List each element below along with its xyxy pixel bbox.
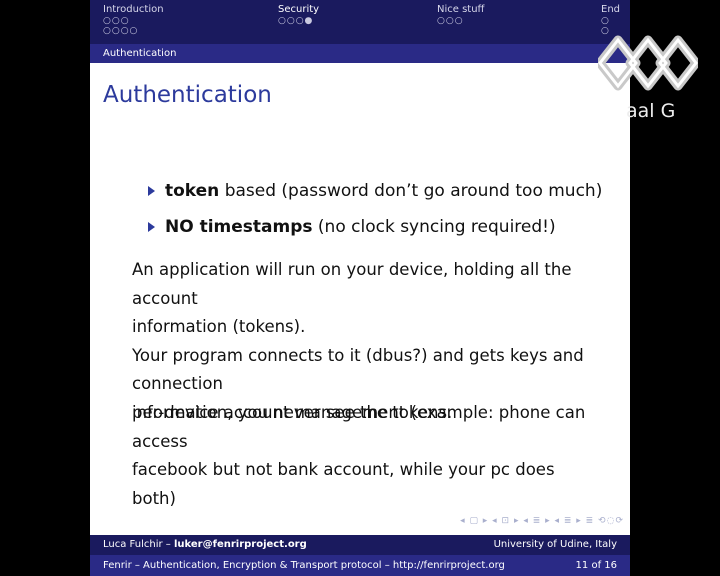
- paragraph-line: per-device account management (example: …: [132, 403, 586, 451]
- footer-author-bar: Luca Fulchir – luker@fenrirproject.org U…: [90, 535, 630, 555]
- nav-dots-row1[interactable]: ○○○: [437, 16, 484, 26]
- bullet-item: token based (password don’t go around to…: [148, 180, 602, 202]
- paragraph-line: facebook but not bank account, while you…: [132, 460, 555, 508]
- subsection-title[interactable]: Authentication: [103, 48, 176, 59]
- logo-text: aal G: [626, 100, 676, 122]
- beamer-navigation-symbols[interactable]: ◂ ▢ ▸ ◂ ⊡ ▸ ◂ ≣ ▸ ◂ ≣ ▸ ≣ ⟲◌⟳: [460, 516, 624, 526]
- nav-dots-row1[interactable]: ○○○●: [278, 16, 319, 26]
- conference-logo-icon: [598, 35, 698, 91]
- frame-title: Authentication: [103, 82, 272, 108]
- author-name: Luca Fulchir –: [103, 539, 171, 550]
- slide: Introduction ○○○ ○○○○ Security ○○○● Nice…: [90, 0, 630, 576]
- footer-talk-title: Fenrir – Authentication, Encryption & Tr…: [103, 560, 505, 571]
- paragraph-line: Your program connects to it (dbus?) and …: [132, 345, 584, 394]
- nav-dots-row1[interactable]: ○○○: [103, 16, 164, 26]
- bullet-bold-text: token: [165, 181, 220, 201]
- section-navigation-bar: Introduction ○○○ ○○○○ Security ○○○● Nice…: [90, 0, 630, 44]
- bullet-text: (no clock syncing required!): [312, 217, 556, 237]
- paragraph-line: information (tokens).: [132, 317, 306, 336]
- nav-section-title[interactable]: Introduction: [103, 4, 164, 16]
- author-email: luker@fenrirproject.org: [173, 539, 307, 550]
- footer-page-number: 11 of 16: [575, 560, 617, 571]
- nav-section-title[interactable]: Nice stuff: [437, 4, 484, 16]
- nav-section-introduction[interactable]: Introduction ○○○ ○○○○: [103, 4, 164, 36]
- nav-section-nice-stuff[interactable]: Nice stuff ○○○: [437, 4, 484, 26]
- nav-dots-row1[interactable]: ○: [601, 16, 620, 26]
- footer-institution: University of Udine, Italy: [493, 539, 617, 550]
- triangle-bullet-icon: [148, 222, 155, 232]
- bullet-item: NO timestamps (no clock syncing required…: [148, 216, 602, 238]
- footer-title-bar: Fenrir – Authentication, Encryption & Tr…: [90, 555, 630, 576]
- nav-section-title[interactable]: Security: [278, 4, 319, 16]
- bullet-text: based (password don’t go around too much…: [219, 181, 603, 201]
- bullet-bold-text: NO timestamps: [165, 217, 313, 237]
- paragraph-per-device: per-device account management (example: …: [132, 399, 602, 513]
- nav-section-title[interactable]: End: [601, 4, 620, 16]
- nav-dots-row2[interactable]: ○○○○: [103, 26, 164, 36]
- paragraph-line: An application will run on your device, …: [132, 260, 572, 308]
- nav-section-security[interactable]: Security ○○○●: [278, 4, 319, 26]
- footer-author: Luca Fulchir – luker@fenrirproject.org: [103, 535, 307, 555]
- bullet-list: token based (password don’t go around to…: [148, 180, 602, 252]
- subsection-bar: Authentication: [90, 44, 630, 63]
- triangle-bullet-icon: [148, 186, 155, 196]
